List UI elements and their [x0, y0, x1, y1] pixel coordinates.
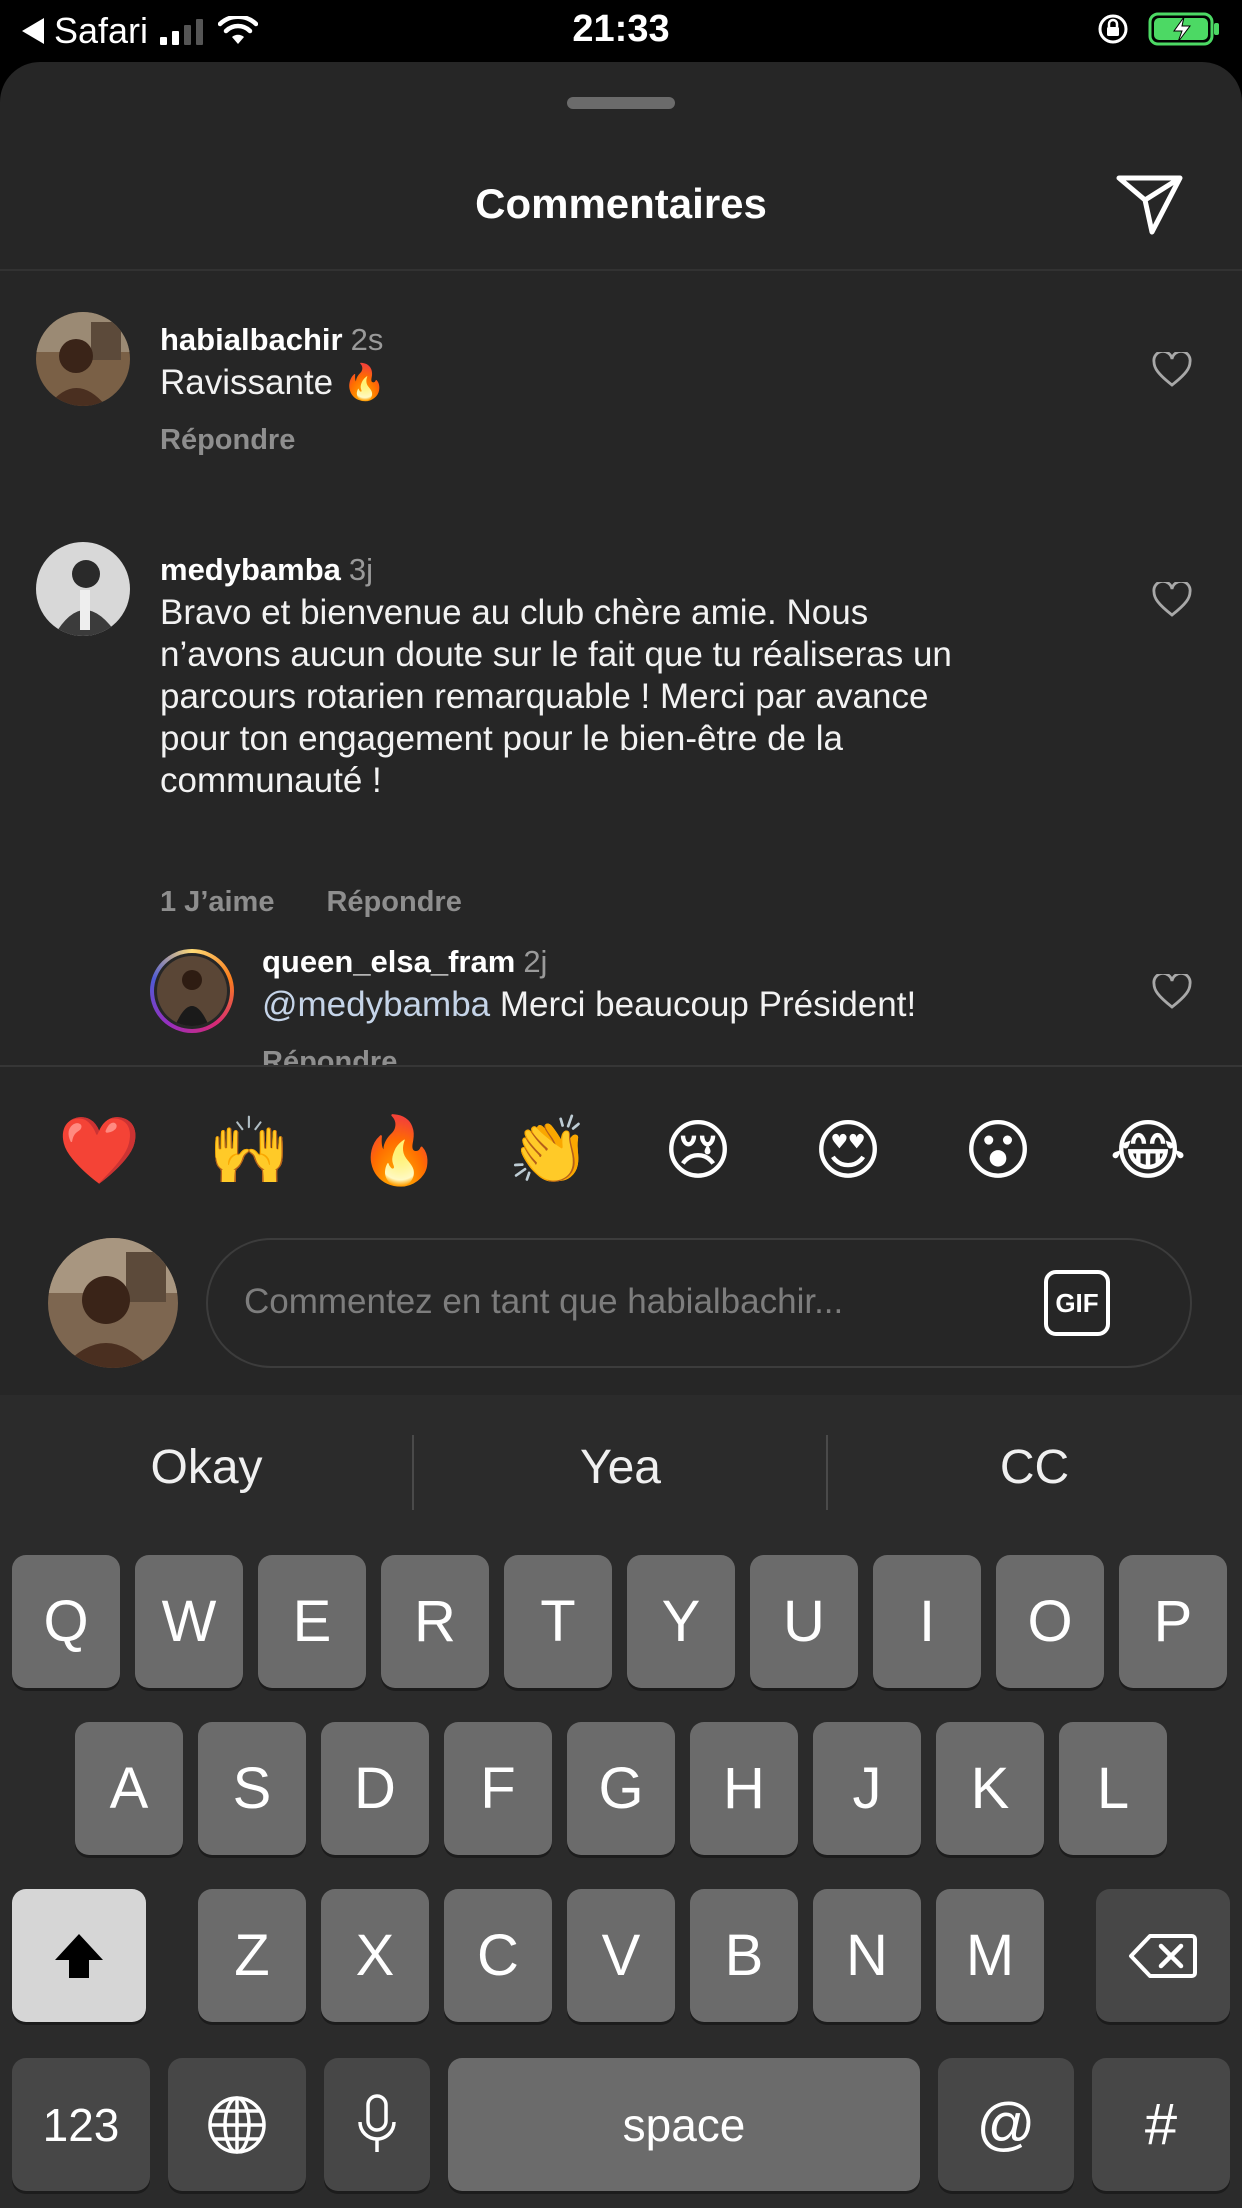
key-x[interactable]: X: [321, 1889, 429, 2022]
share-send-icon[interactable]: [1114, 170, 1184, 238]
key-q[interactable]: Q: [12, 1555, 120, 1688]
rotation-lock-icon: [1098, 14, 1128, 44]
key-w[interactable]: W: [135, 1555, 243, 1688]
key-c[interactable]: C: [444, 1889, 552, 2022]
reply-button[interactable]: Répondre: [262, 1046, 397, 1065]
battery-icon: [1148, 12, 1219, 46]
comment-text: Merci beaucoup Président!: [490, 985, 917, 1024]
key-s[interactable]: S: [198, 1722, 306, 1855]
gif-button[interactable]: GIF: [1044, 1270, 1110, 1336]
emoji-surprised-button[interactable]: 😮: [958, 1110, 1038, 1190]
comment-time: 2j: [523, 944, 548, 979]
key-g[interactable]: G: [567, 1722, 675, 1855]
key-k[interactable]: K: [936, 1722, 1044, 1855]
current-user-avatar: [48, 1238, 178, 1368]
key-i[interactable]: I: [873, 1555, 981, 1688]
emoji-fire-button[interactable]: 🔥: [358, 1110, 440, 1190]
backspace-icon: [1129, 1933, 1197, 1978]
key-d[interactable]: D: [321, 1722, 429, 1855]
emoji-heart-button[interactable]: ❤️: [58, 1110, 140, 1190]
clock: 21:33: [572, 8, 670, 50]
avatar[interactable]: [36, 312, 130, 406]
at-key[interactable]: @: [938, 2058, 1074, 2191]
suggestion-1[interactable]: Okay: [0, 1440, 413, 1495]
shift-key[interactable]: [12, 1889, 146, 2022]
comment-item: habialbachir 2s Ravissante 🔥 Répondre: [0, 312, 1242, 532]
quick-emoji-bar: ❤️ 🙌 🔥 👏 😢 😍 😮 😂: [58, 1110, 1188, 1190]
comment-text-line: n’avons aucun doute sur le fait que tu r…: [160, 635, 952, 674]
hash-key[interactable]: #: [1092, 2058, 1230, 2191]
like-heart-icon[interactable]: [1152, 582, 1192, 618]
mention-link[interactable]: @medybamba: [262, 985, 490, 1024]
dictation-key[interactable]: [324, 2058, 430, 2191]
space-key[interactable]: space: [448, 2058, 920, 2191]
key-r[interactable]: R: [381, 1555, 489, 1688]
like-heart-icon[interactable]: [1152, 352, 1192, 388]
globe-key[interactable]: [168, 2058, 306, 2191]
key-j[interactable]: J: [813, 1722, 921, 1855]
numbers-key[interactable]: 123: [12, 2058, 150, 2191]
key-u[interactable]: U: [750, 1555, 858, 1688]
backspace-key[interactable]: [1096, 1889, 1230, 2022]
comment-item: medybamba 3j Bravo et bienvenue au club c…: [0, 542, 1242, 922]
emoji-laughing-button[interactable]: 😂: [1108, 1110, 1188, 1190]
key-t[interactable]: T: [504, 1555, 612, 1688]
key-b[interactable]: B: [690, 1889, 798, 2022]
key-v[interactable]: V: [567, 1889, 675, 2022]
emoji-crying-button[interactable]: 😢: [658, 1110, 738, 1190]
comment-composer: Commentez en tant que habialbachir... GI…: [0, 1238, 1242, 1378]
comment-username[interactable]: queen_elsa_fram: [262, 944, 515, 979]
emoji-divider: [0, 1065, 1242, 1067]
comment-text: Ravissante 🔥: [160, 363, 387, 402]
like-heart-icon[interactable]: [1152, 974, 1192, 1010]
avatar[interactable]: [36, 542, 130, 636]
shift-arrow-icon: [55, 1933, 103, 1978]
comment-input[interactable]: Commentez en tant que habialbachir... GI…: [206, 1238, 1192, 1368]
sheet-grabber[interactable]: [567, 97, 675, 109]
emoji-raised-hands-button[interactable]: 🙌: [208, 1110, 290, 1190]
key-f[interactable]: F: [444, 1722, 552, 1855]
comment-input-placeholder: Commentez en tant que habialbachir...: [244, 1282, 844, 1321]
suggestion-2[interactable]: Yea: [414, 1440, 827, 1495]
comment-text-line: communauté !: [160, 761, 382, 800]
comment-username[interactable]: medybamba: [160, 552, 341, 587]
microphone-icon: [358, 2093, 396, 2152]
key-h[interactable]: H: [690, 1722, 798, 1855]
emoji-clap-button[interactable]: 👏: [508, 1110, 590, 1190]
avatar[interactable]: [150, 949, 234, 1033]
comment-username[interactable]: habialbachir: [160, 322, 343, 357]
key-e[interactable]: E: [258, 1555, 366, 1688]
comments-sheet: Commentaires habialbachir 2s Ravissante 🔥…: [0, 62, 1242, 1395]
status-bar: Safari 21:33: [0, 0, 1242, 62]
reply-button[interactable]: Répondre: [326, 886, 461, 919]
likes-count-button[interactable]: 1 J’aime: [160, 886, 274, 919]
reply-comment-item: queen_elsa_fram 2j @medybamba Merci beauc…: [0, 942, 1242, 1065]
comment-text-line: parcours rotarien remarquable ! Merci pa…: [160, 677, 929, 716]
key-l[interactable]: L: [1059, 1722, 1167, 1855]
header-divider: [0, 269, 1242, 271]
comment-time: 2s: [350, 322, 384, 357]
emoji-heart-eyes-button[interactable]: 😍: [808, 1110, 888, 1190]
comment-text-line: pour ton engagement pour le bien-être de…: [160, 719, 843, 758]
key-p[interactable]: P: [1119, 1555, 1227, 1688]
key-a[interactable]: A: [75, 1722, 183, 1855]
key-n[interactable]: N: [813, 1889, 921, 2022]
key-o[interactable]: O: [996, 1555, 1104, 1688]
key-y[interactable]: Y: [627, 1555, 735, 1688]
key-m[interactable]: M: [936, 1889, 1044, 2022]
suggestion-3[interactable]: CC: [828, 1440, 1241, 1495]
comment-time: 3j: [348, 552, 374, 587]
globe-icon: [208, 2095, 266, 2154]
comment-text-line: Bravo et bienvenue au club chère amie. N…: [160, 593, 869, 632]
keyboard: Okay Yea CC Q W E R T Y U I O P A S D F …: [0, 1395, 1242, 2208]
reply-button[interactable]: Répondre: [160, 424, 295, 457]
sheet-title: Commentaires: [475, 180, 767, 227]
predictive-bar: Okay Yea CC: [0, 1395, 1242, 1545]
key-z[interactable]: Z: [198, 1889, 306, 2022]
